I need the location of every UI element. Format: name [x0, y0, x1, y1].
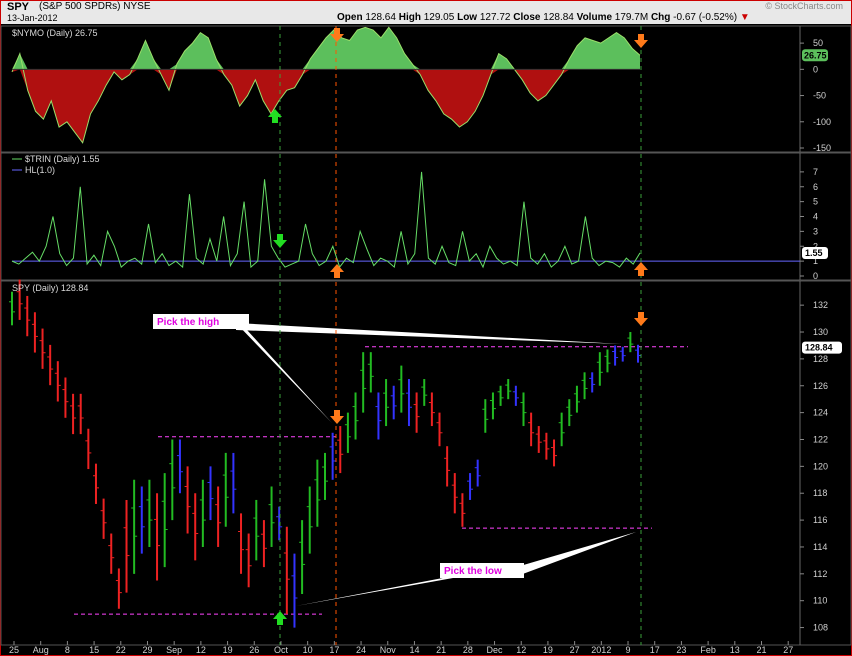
- y-tick-label: 7: [813, 167, 818, 177]
- arrow-shaft: [334, 410, 340, 416]
- x-tick-label: 23: [676, 645, 686, 655]
- x-tick-label: 21: [436, 645, 446, 655]
- x-tick-label: 9: [626, 645, 631, 655]
- arrow-shaft: [638, 34, 644, 40]
- y-tick-label: 110: [813, 596, 827, 606]
- x-tick-label: Feb: [700, 645, 716, 655]
- x-tick-label: 24: [356, 645, 366, 655]
- y-tick-label: 126: [813, 381, 828, 391]
- arrow-shaft: [277, 234, 283, 240]
- x-tick-label: Dec: [487, 645, 504, 655]
- y-tick-label: 116: [813, 515, 827, 525]
- y-tick-label: 0: [813, 271, 818, 281]
- x-tick-label: 17: [329, 645, 339, 655]
- chart-canvas: 500-50-100-150$NYMO (Daily) 26.7526.7576…: [0, 25, 852, 655]
- arrow-shaft: [638, 312, 644, 318]
- x-tick-label: 17: [650, 645, 660, 655]
- y-tick-label: 122: [813, 434, 828, 444]
- x-tick-label: 13: [730, 645, 740, 655]
- hl-legend-label: HL(1.0): [25, 165, 55, 175]
- y-tick-label: 4: [813, 212, 818, 222]
- y-tick-label: 108: [813, 623, 828, 633]
- pick-high-label: Pick the high: [157, 317, 219, 328]
- x-tick-label: 8: [65, 645, 70, 655]
- x-tick-label: 10: [303, 645, 313, 655]
- x-tick-label: Oct: [274, 645, 289, 655]
- arrow-shaft: [277, 619, 283, 625]
- y-tick-label: 3: [813, 226, 818, 236]
- x-tick-label: 29: [142, 645, 152, 655]
- trin-value-badge-text: 1.55: [805, 248, 823, 258]
- y-tick-label: 128: [813, 354, 828, 364]
- y-tick-label: -100: [813, 117, 831, 127]
- x-tick-label: 28: [463, 645, 473, 655]
- y-tick-label: 0: [813, 64, 818, 74]
- x-tick-label: 25: [9, 645, 19, 655]
- x-tick-label: 2012: [591, 645, 611, 655]
- y-tick-label: 130: [813, 327, 828, 337]
- y-tick-label: 132: [813, 300, 828, 310]
- x-tick-label: Aug: [33, 645, 49, 655]
- y-tick-label: -150: [813, 143, 831, 153]
- x-tick-label: 15: [89, 645, 99, 655]
- trin-panel-label: $TRIN (Daily) 1.55: [25, 154, 100, 164]
- y-tick-label: 5: [813, 197, 818, 207]
- x-tick-label: 14: [409, 645, 419, 655]
- x-tick-label: 19: [223, 645, 233, 655]
- arrow-shaft: [334, 28, 340, 34]
- arrow-shaft: [638, 270, 644, 276]
- y-tick-label: -50: [813, 91, 826, 101]
- panel-nymo: [0, 25, 852, 153]
- arrow-shaft: [334, 272, 340, 278]
- y-tick-label: 114: [813, 542, 827, 552]
- price-value-badge-text: 128.84: [805, 343, 833, 353]
- x-tick-label: 12: [516, 645, 526, 655]
- nymo-value-badge-text: 26.75: [804, 50, 827, 60]
- x-tick-label: 12: [196, 645, 206, 655]
- arrow-shaft: [272, 117, 278, 123]
- y-tick-label: 112: [813, 569, 827, 579]
- x-tick-label: Sep: [166, 645, 182, 655]
- x-tick-label: 22: [116, 645, 126, 655]
- y-tick-label: 120: [813, 461, 828, 471]
- price-panel-label: SPY (Daily) 128.84: [12, 283, 88, 293]
- y-tick-label: 118: [813, 488, 827, 498]
- y-tick-label: 6: [813, 182, 818, 192]
- x-tick-label: 19: [543, 645, 553, 655]
- x-tick-label: 26: [249, 645, 259, 655]
- x-tick-label: 21: [756, 645, 766, 655]
- x-tick-label: Nov: [380, 645, 397, 655]
- y-tick-label: 50: [813, 38, 823, 48]
- x-tick-label: 27: [570, 645, 580, 655]
- y-tick-label: 124: [813, 408, 828, 418]
- x-tick-label: 27: [783, 645, 793, 655]
- pick-low-label: Pick the low: [444, 566, 502, 577]
- nymo-panel-label: $NYMO (Daily) 26.75: [12, 28, 98, 38]
